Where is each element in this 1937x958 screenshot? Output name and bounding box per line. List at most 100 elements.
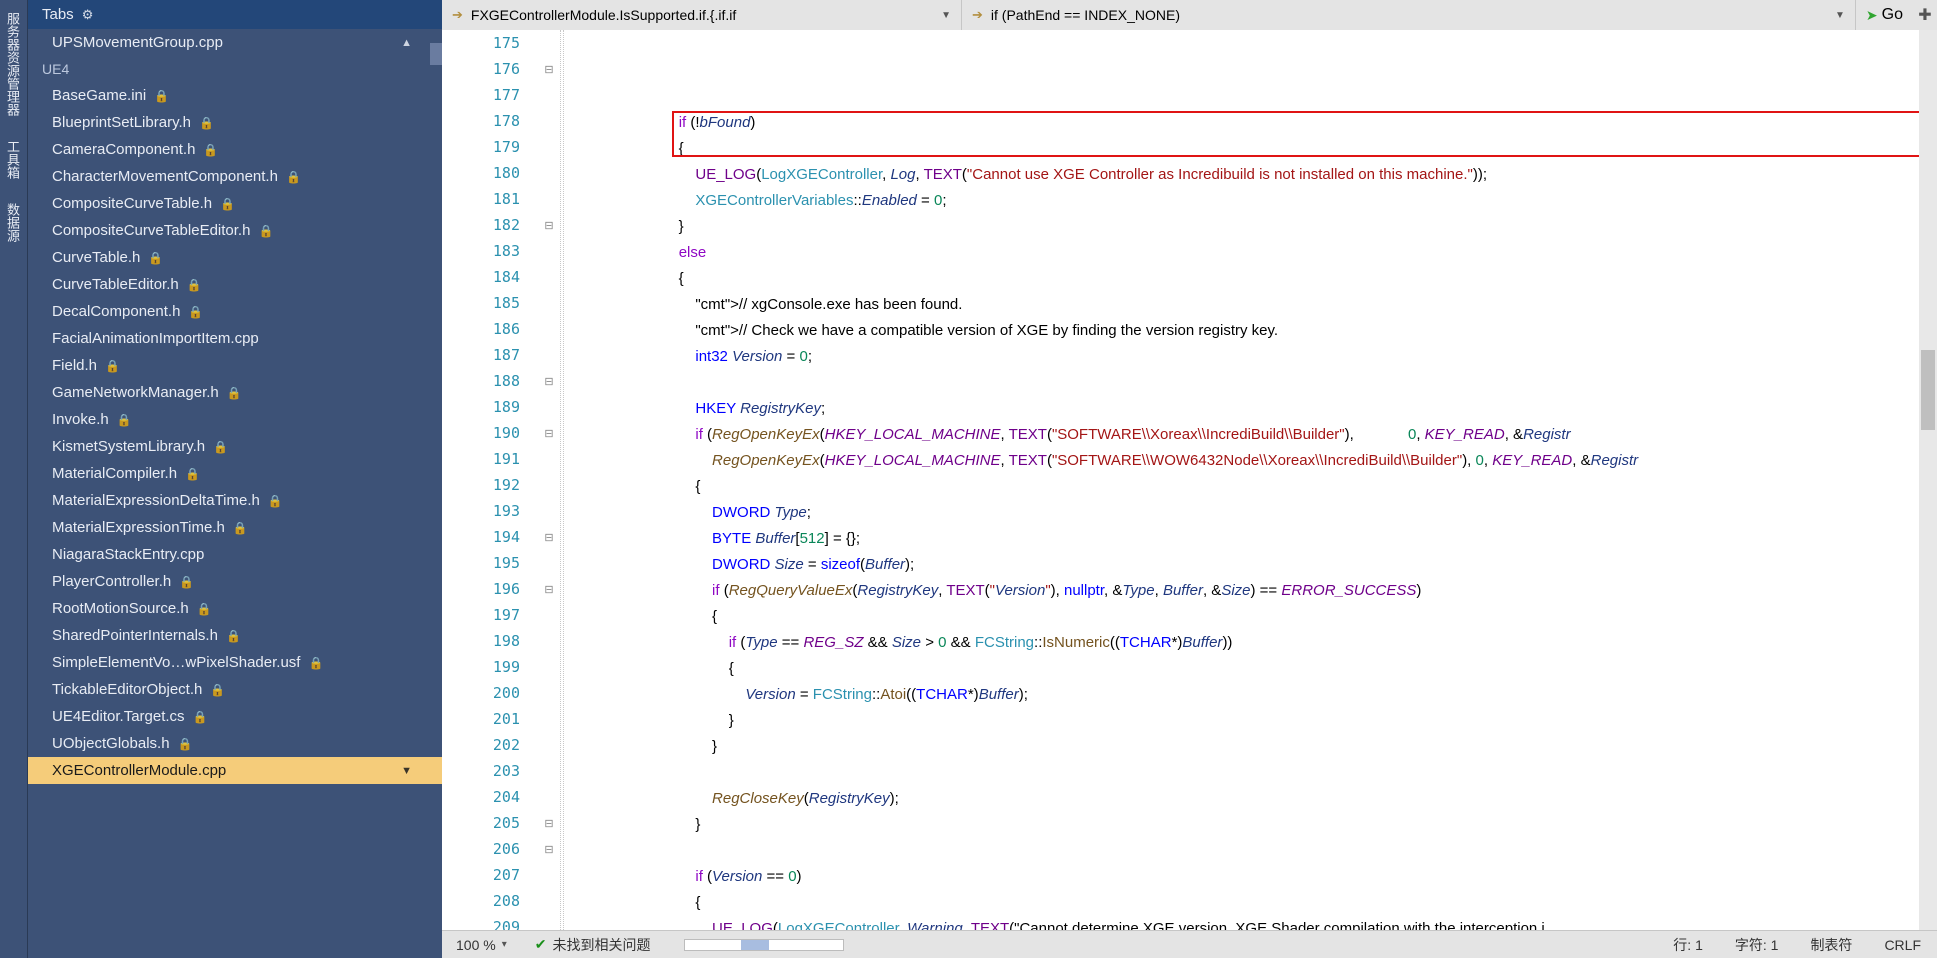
status-eol[interactable]: CRLF [1868, 937, 1937, 953]
code-editor[interactable]: 1751761771781791801811821831841851861871… [442, 30, 1937, 930]
file-name: GameNetworkManager.h [52, 384, 219, 401]
code-line[interactable]: UE_LOG(LogXGEController, Warning, TEXT("… [564, 916, 1919, 930]
file-item[interactable]: GameNetworkManager.h🔒 [28, 379, 442, 406]
scrollbar-thumb[interactable] [430, 43, 442, 65]
file-item[interactable]: CompositeCurveTable.h🔒 [28, 190, 442, 217]
code-line[interactable]: BYTE Buffer[512] = {}; [564, 526, 1919, 552]
code-line[interactable]: Version = FCString::Atoi((TCHAR*)Buffer)… [564, 682, 1919, 708]
code-line[interactable]: else [564, 240, 1919, 266]
status-col[interactable]: 字符: 1 [1719, 935, 1795, 955]
code-line[interactable] [564, 84, 1919, 110]
file-item[interactable]: UE4Editor.Target.cs🔒 [28, 703, 442, 730]
file-item[interactable]: MaterialCompiler.h🔒 [28, 460, 442, 487]
file-item[interactable]: SimpleElementVo…wPixelShader.usf🔒 [28, 649, 442, 676]
vertical-scrollbar[interactable] [1919, 30, 1937, 930]
breadcrumb-scope[interactable]: ➔ FXGEControllerModule.IsSupported.if.{.… [442, 0, 962, 30]
code-line[interactable]: { [564, 266, 1919, 292]
check-icon: ✔ [535, 936, 547, 953]
code-line[interactable] [564, 838, 1919, 864]
file-item[interactable]: NiagaraStackEntry.cpp [28, 541, 442, 568]
zoom-dropdown[interactable]: 100 % ▾ [442, 937, 521, 953]
side-tab-toolbox[interactable]: 工具箱 [0, 128, 27, 191]
code-line[interactable] [564, 370, 1919, 396]
code-line[interactable]: DWORD Size = sizeof(Buffer); [564, 552, 1919, 578]
code-line[interactable]: DWORD Type; [564, 500, 1919, 526]
code-line[interactable]: int32 Version = 0; [564, 344, 1919, 370]
fold-toggle[interactable]: ⊟ [538, 56, 560, 82]
file-item[interactable]: MaterialExpressionDeltaTime.h🔒 [28, 487, 442, 514]
fold-toggle[interactable]: ⊟ [538, 836, 560, 862]
file-item[interactable]: CurveTable.h🔒 [28, 244, 442, 271]
code-line[interactable]: } [564, 812, 1919, 838]
side-tab-server[interactable]: 服务器资源管理器 [0, 0, 27, 128]
file-item[interactable]: Invoke.h🔒 [28, 406, 442, 433]
status-line[interactable]: 行: 1 [1657, 935, 1719, 955]
file-name: SharedPointerInternals.h [52, 627, 218, 644]
file-item[interactable]: CharacterMovementComponent.h🔒 [28, 163, 442, 190]
code-line[interactable]: "cmt">// xgConsole.exe has been found. [564, 292, 1919, 318]
file-item[interactable]: MaterialExpressionTime.h🔒 [28, 514, 442, 541]
code-content[interactable]: if (!bFound) { UE_LOG(LogXGEController, … [564, 30, 1919, 930]
code-line[interactable] [564, 760, 1919, 786]
fold-column[interactable]: ⊟⊟⊟⊟⊟⊟⊟⊟ [538, 30, 560, 930]
chevron-down-icon[interactable]: ▼ [401, 765, 412, 777]
file-item[interactable]: TickableEditorObject.h🔒 [28, 676, 442, 703]
side-tab-datasource[interactable]: 数据源 [0, 191, 27, 254]
code-line[interactable]: if (RegOpenKeyEx(HKEY_LOCAL_MACHINE, TEX… [564, 422, 1919, 448]
line-number: 207 [442, 862, 538, 888]
file-item[interactable]: UObjectGlobals.h🔒 [28, 730, 442, 757]
code-line[interactable]: if (RegQueryValueEx(RegistryKey, TEXT("V… [564, 578, 1919, 604]
fold-toggle[interactable]: ⊟ [538, 212, 560, 238]
gear-icon[interactable]: ⚙ [82, 7, 94, 23]
code-line[interactable]: { [564, 656, 1919, 682]
code-line[interactable]: if (Version == 0) [564, 864, 1919, 890]
file-item[interactable]: CameraComponent.h🔒 [28, 136, 442, 163]
issues-status[interactable]: ✔ 未找到相关问题 [521, 935, 665, 955]
file-item[interactable]: RootMotionSource.h🔒 [28, 595, 442, 622]
code-line[interactable]: } [564, 708, 1919, 734]
code-line[interactable]: } [564, 734, 1919, 760]
code-line[interactable]: XGEControllerVariables::Enabled = 0; [564, 188, 1919, 214]
code-line[interactable]: if (Type == REG_SZ && Size > 0 && FCStri… [564, 630, 1919, 656]
code-line[interactable]: if (!bFound) [564, 110, 1919, 136]
fold-toggle [538, 498, 560, 524]
code-line[interactable]: { [564, 136, 1919, 162]
code-line[interactable]: RegOpenKeyEx(HKEY_LOCAL_MACHINE, TEXT("S… [564, 448, 1919, 474]
file-item[interactable]: UPSMovementGroup.cpp▲ [28, 29, 442, 56]
file-item[interactable]: CurveTableEditor.h🔒 [28, 271, 442, 298]
fold-toggle[interactable]: ⊟ [538, 810, 560, 836]
minimap-bar[interactable] [664, 939, 864, 951]
code-line[interactable]: } [564, 214, 1919, 240]
chevron-up-icon[interactable]: ▲ [401, 37, 412, 49]
code-line[interactable]: { [564, 890, 1919, 916]
file-item[interactable]: FacialAnimationImportItem.cpp [28, 325, 442, 352]
code-line[interactable]: UE_LOG(LogXGEController, Log, TEXT("Cann… [564, 162, 1919, 188]
file-item[interactable]: CompositeCurveTableEditor.h🔒 [28, 217, 442, 244]
file-item[interactable]: BaseGame.ini🔒 [28, 82, 442, 109]
file-item[interactable]: DecalComponent.h🔒 [28, 298, 442, 325]
file-item[interactable]: Field.h🔒 [28, 352, 442, 379]
code-line[interactable]: { [564, 604, 1919, 630]
file-item[interactable]: PlayerController.h🔒 [28, 568, 442, 595]
status-indent[interactable]: 制表符 [1794, 935, 1868, 955]
fold-toggle[interactable]: ⊟ [538, 576, 560, 602]
code-line[interactable]: { [564, 474, 1919, 500]
file-item[interactable]: XGEControllerModule.cpp▼ [28, 757, 442, 784]
code-line[interactable]: "cmt">// Check we have a compatible vers… [564, 318, 1919, 344]
code-line[interactable]: RegCloseKey(RegistryKey); [564, 786, 1919, 812]
fold-toggle[interactable]: ⊟ [538, 420, 560, 446]
file-item[interactable]: SharedPointerInternals.h🔒 [28, 622, 442, 649]
breadcrumb-member[interactable]: ➔ if (PathEnd == INDEX_NONE) ▼ [962, 0, 1856, 30]
chevron-down-icon[interactable]: ▼ [1835, 10, 1845, 21]
file-item[interactable]: KismetSystemLibrary.h🔒 [28, 433, 442, 460]
split-button[interactable]: ✚ [1913, 0, 1937, 30]
code-line[interactable]: HKEY RegistryKey; [564, 396, 1919, 422]
lock-icon: 🔒 [154, 89, 169, 103]
go-button[interactable]: ➤ Go [1856, 0, 1913, 30]
fold-toggle[interactable]: ⊟ [538, 368, 560, 394]
file-item[interactable]: BlueprintSetLibrary.h🔒 [28, 109, 442, 136]
fold-toggle[interactable]: ⊟ [538, 524, 560, 550]
chevron-down-icon[interactable]: ▼ [941, 10, 951, 21]
sidebar-header[interactable]: Tabs ⚙ [28, 0, 442, 29]
scrollbar-thumb[interactable] [1921, 350, 1935, 430]
